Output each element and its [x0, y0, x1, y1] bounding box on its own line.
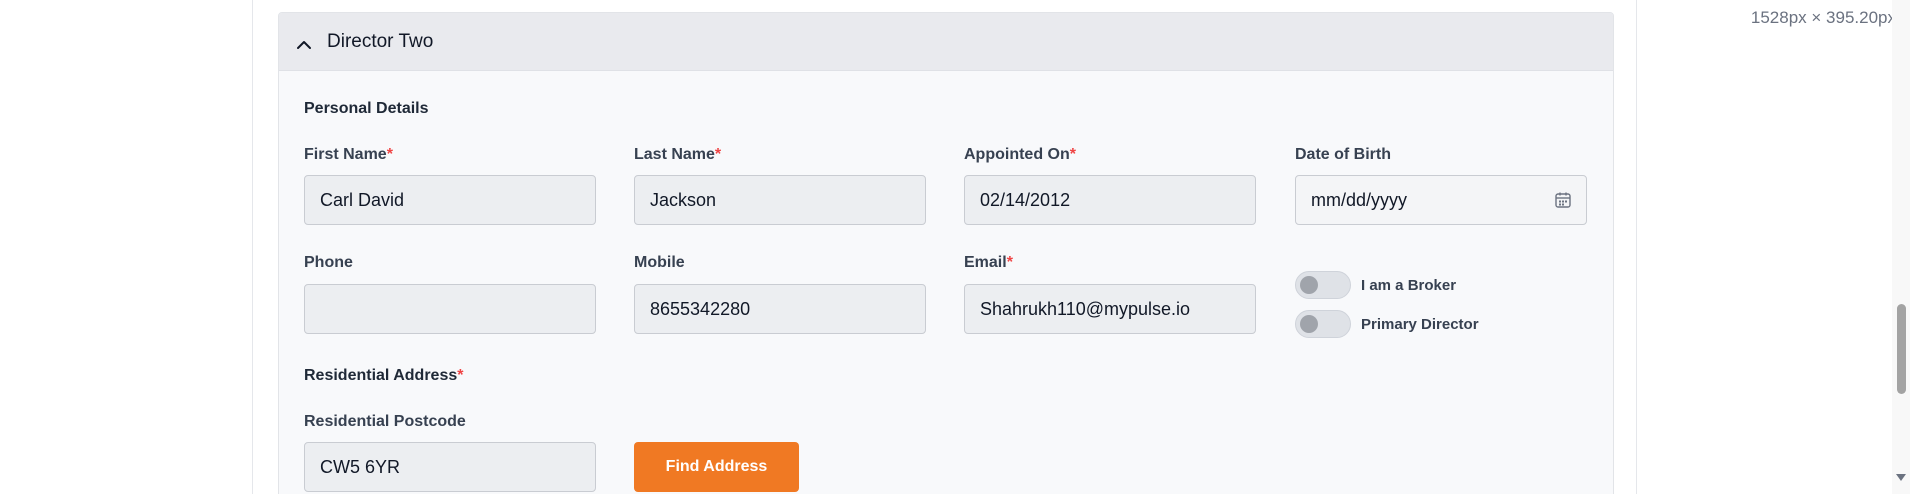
mobile-label: Mobile	[634, 254, 685, 271]
toggle-knob	[1300, 276, 1318, 294]
phone-input[interactable]	[304, 284, 596, 334]
chevron-up-icon[interactable]	[295, 36, 313, 54]
vertical-scrollbar[interactable]	[1892, 0, 1910, 494]
email-input[interactable]: Shahrukh110@mypulse.io	[964, 284, 1256, 334]
required-marker: *	[1006, 254, 1013, 271]
broker-toggle-label: I am a Broker	[1361, 276, 1457, 294]
viewport-size-readout: 1528px × 395.20px	[1750, 8, 1896, 27]
primary-director-toggle-row: Primary Director	[1295, 310, 1479, 338]
appointed-on-label: Appointed On*	[964, 146, 1076, 163]
mobile-input[interactable]: 8655342280	[634, 284, 926, 334]
page: 1528px × 395.20px Director Two Personal …	[0, 0, 1910, 494]
accordion-title: Director Two	[327, 30, 434, 52]
residential-address-heading: Residential Address*	[304, 367, 464, 384]
scrollbar-thumb[interactable]	[1897, 304, 1906, 394]
right-divider	[1636, 0, 1637, 494]
required-marker: *	[1069, 146, 1076, 163]
primary-director-toggle-label: Primary Director	[1361, 315, 1479, 333]
personal-details-heading: Personal Details	[304, 100, 429, 117]
required-marker: *	[386, 146, 393, 163]
calendar-icon[interactable]	[1554, 191, 1572, 209]
find-address-button[interactable]: Find Address	[634, 442, 799, 492]
appointed-on-input[interactable]: 02/14/2012	[964, 175, 1256, 225]
accordion-header[interactable]: Director Two	[279, 13, 1613, 71]
email-label: Email*	[964, 254, 1013, 271]
date-of-birth-input[interactable]: mm/dd/yyyy	[1295, 175, 1587, 225]
residential-postcode-input[interactable]: CW5 6YR	[304, 442, 596, 492]
scroll-down-arrow-icon[interactable]	[1896, 474, 1906, 481]
residential-postcode-label: Residential Postcode	[304, 413, 466, 430]
required-marker: *	[714, 146, 722, 163]
required-marker: *	[457, 367, 464, 384]
phone-label: Phone	[304, 254, 353, 271]
director-two-panel: Director Two Personal Details First Name…	[278, 12, 1614, 494]
last-name-input[interactable]: Jackson	[634, 175, 926, 225]
broker-toggle-row: I am a Broker	[1295, 271, 1456, 299]
last-name-label: Last Name*	[634, 146, 722, 163]
primary-director-toggle[interactable]	[1295, 310, 1351, 338]
first-name-input[interactable]: Carl David	[304, 175, 596, 225]
date-of-birth-placeholder: mm/dd/yyyy	[1311, 189, 1408, 210]
broker-toggle[interactable]	[1295, 271, 1351, 299]
toggle-knob	[1300, 315, 1318, 333]
date-of-birth-label: Date of Birth	[1295, 146, 1391, 163]
left-divider	[252, 0, 253, 494]
first-name-label: First Name*	[304, 146, 393, 163]
